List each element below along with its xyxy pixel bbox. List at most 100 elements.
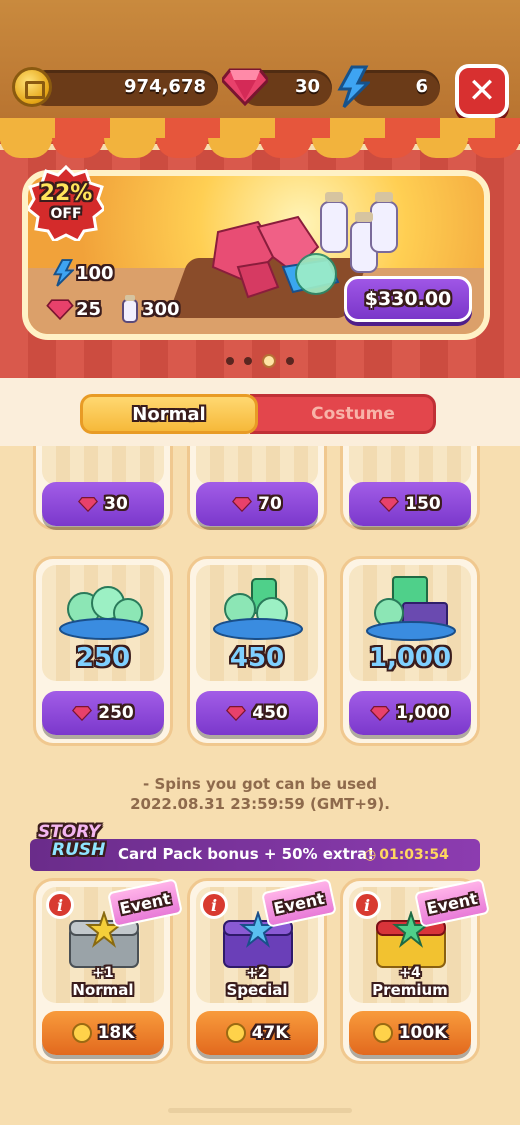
spin-offer-card: 150 150 <box>340 446 480 530</box>
carousel-dot[interactable] <box>286 357 294 365</box>
event-tag-label: Event <box>424 888 480 918</box>
spin-offer-card: 30 30 <box>33 446 173 530</box>
spin-expiry-note: - Spins you got can be used 2022.08.31 2… <box>0 774 520 814</box>
carousel-dot[interactable] <box>244 357 252 365</box>
buy-button[interactable]: 450 <box>196 691 318 735</box>
reward-gems: 25 <box>46 298 101 320</box>
reward-milk-value: 300 <box>142 298 180 320</box>
gem-icon <box>379 497 400 512</box>
tab-costume[interactable]: Costume <box>250 394 436 434</box>
pack-count: +4 <box>399 965 421 981</box>
card-art <box>349 446 471 485</box>
card-pack-special: i Event +2 Special 47K <box>187 878 337 1064</box>
tab-normal[interactable]: Normal <box>80 394 258 434</box>
energy-value: 6 <box>415 76 428 97</box>
discount-label: 22% OFF <box>28 181 104 222</box>
pack-count: +1 <box>92 965 114 981</box>
offer-amount: 250 <box>75 643 131 673</box>
clock-icon: ◷ <box>364 847 377 863</box>
pack-name: Premium <box>372 981 448 999</box>
reward-milk: 300 <box>120 294 180 324</box>
gem-icon <box>226 706 247 721</box>
bolt-icon <box>337 65 370 109</box>
gem-icon <box>78 497 99 512</box>
home-indicator[interactable] <box>168 1108 352 1113</box>
carousel-dots <box>0 354 520 368</box>
discount-percent: 22% <box>39 181 93 206</box>
card-pack-normal: i Event +1 Normal 18K <box>33 878 183 1064</box>
pack-name: Normal <box>72 981 134 999</box>
pack-count: +2 <box>246 965 268 981</box>
buy-button[interactable]: 150 <box>349 482 471 526</box>
awning-scallops <box>0 138 520 158</box>
event-tag-label: Event <box>117 888 173 918</box>
reward-energy: 100 <box>52 258 114 288</box>
milk-bottles-art <box>320 192 398 273</box>
close-icon: ✕ <box>467 71 497 111</box>
carousel-dot[interactable] <box>226 357 234 365</box>
buy-button-label: 450 <box>252 703 288 723</box>
buy-button[interactable]: 30 <box>42 482 164 526</box>
buy-pack-label: 100K <box>398 1023 448 1043</box>
close-button[interactable]: ✕ <box>455 64 509 118</box>
gem-icon <box>72 706 93 721</box>
gem-icon <box>46 299 74 320</box>
gem-icon <box>370 706 391 721</box>
banner-price-label: $330.00 <box>364 288 452 310</box>
buy-button-label: 250 <box>98 703 134 723</box>
buy-button[interactable]: 1,000 <box>349 691 471 735</box>
spin-offer-card: 250 250 <box>33 556 173 746</box>
buy-button[interactable]: 70 <box>196 482 318 526</box>
story-rush-bonus: Card Pack bonus + 50% extra! <box>118 845 375 863</box>
buy-pack-label: 18K <box>97 1023 135 1043</box>
coin-counter[interactable]: 974,678 <box>28 70 218 106</box>
banner-price-button[interactable]: $330.00 <box>344 276 472 322</box>
reward-energy-value: 100 <box>76 262 114 284</box>
buy-button[interactable]: 250 <box>42 691 164 735</box>
info-icon[interactable]: i <box>200 891 228 919</box>
offer-amount: 1,000 <box>368 643 452 673</box>
event-tag-label: Event <box>271 888 327 918</box>
buy-button-label: 30 <box>104 494 128 514</box>
story-rush-logo: STORY RUSH <box>38 824 105 859</box>
coin-icon <box>12 67 52 107</box>
tab-normal-label: Normal <box>132 403 206 425</box>
reward-gems-value: 25 <box>76 298 102 320</box>
spin-orbs-battery-icon <box>213 578 303 640</box>
discount-off: OFF <box>50 206 82 222</box>
spin-orbs-crate-icon <box>366 576 456 641</box>
coin-icon <box>372 1023 393 1043</box>
buy-pack-label: 47K <box>251 1023 289 1043</box>
gem-value: 30 <box>294 76 320 97</box>
card-art <box>196 446 318 485</box>
event-tag: Event <box>414 878 490 928</box>
card-pack-premium: i Event +4 Premium 100K <box>340 878 490 1064</box>
gem-icon <box>222 68 268 106</box>
event-tag: Event <box>107 878 183 928</box>
buy-pack-button[interactable]: 18K <box>42 1011 164 1055</box>
story-logo-line2: RUSH <box>52 840 106 860</box>
tab-costume-label: Costume <box>311 404 395 424</box>
store-grid: 30 30 10 70 150 150 250 25 <box>0 446 520 1125</box>
note-line-2: 2022.08.31 23:59:59 (GMT+9). <box>130 795 390 813</box>
milk-bottle-icon <box>122 295 138 323</box>
coin-icon <box>225 1023 246 1043</box>
timer-value: 01:03:54 <box>379 847 449 863</box>
buy-pack-button[interactable]: 100K <box>349 1011 471 1055</box>
gem-icon <box>232 497 253 512</box>
buy-pack-button[interactable]: 47K <box>196 1011 318 1055</box>
buy-button-label: 150 <box>405 494 441 514</box>
note-line-1: - Spins you got can be used <box>143 775 377 793</box>
buy-button-label: 70 <box>258 494 282 514</box>
spin-offer-card: 450 450 <box>187 556 327 746</box>
info-icon[interactable]: i <box>353 891 381 919</box>
info-icon[interactable]: i <box>46 891 74 919</box>
header-background <box>0 0 520 125</box>
spin-offer-card: 1,000 1,000 <box>340 556 480 746</box>
carousel-dot-active[interactable] <box>262 354 276 368</box>
event-tag: Event <box>261 878 337 928</box>
spin-offer-card: 10 70 <box>187 446 327 530</box>
pack-name: Special <box>226 981 288 999</box>
card-art <box>42 446 164 485</box>
coin-icon <box>71 1023 92 1043</box>
